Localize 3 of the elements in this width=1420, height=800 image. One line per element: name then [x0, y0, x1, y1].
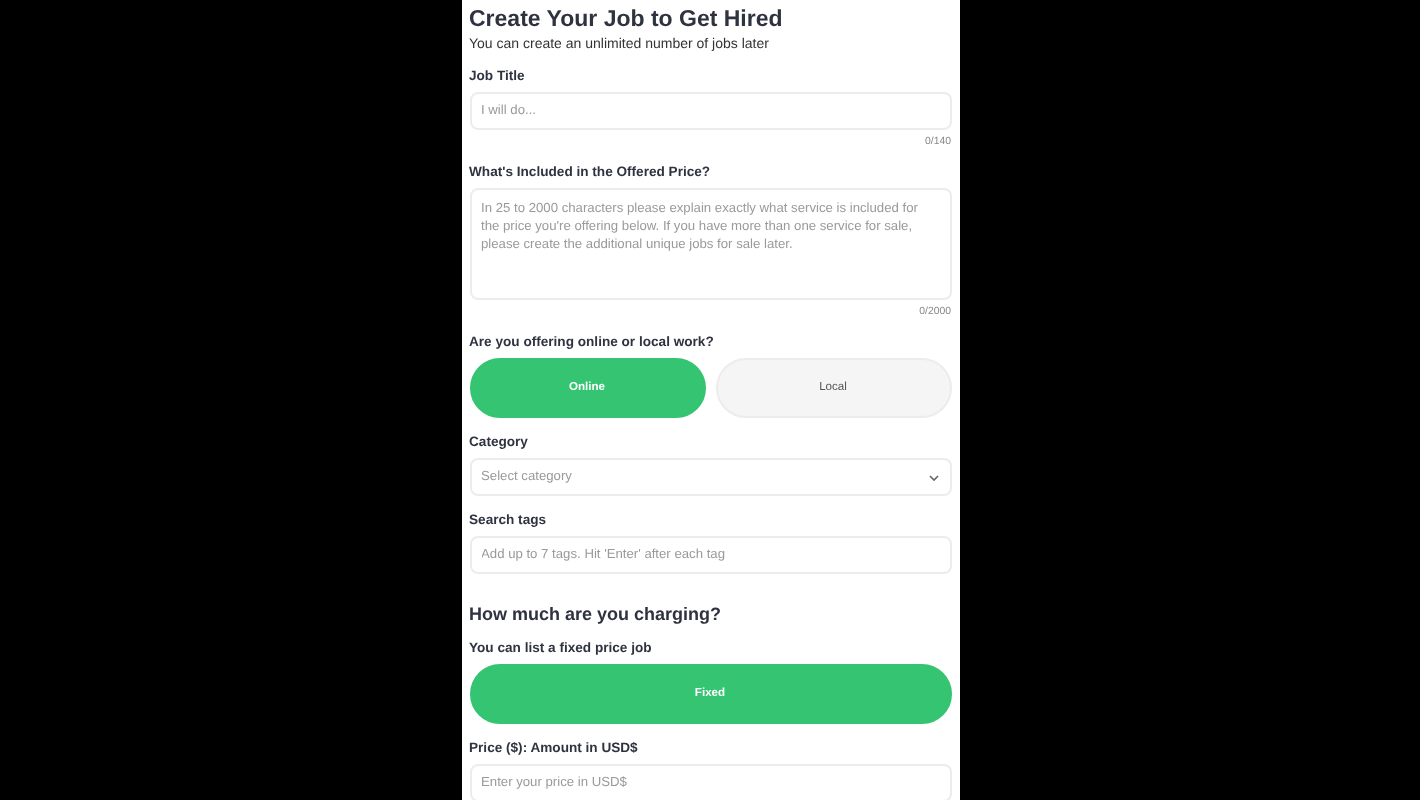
section-heading: How much are you charging? — [469, 604, 722, 624]
page-title: Create Your Job to Get Hired — [469, 8, 785, 32]
chevron-down-icon — [927, 473, 939, 481]
